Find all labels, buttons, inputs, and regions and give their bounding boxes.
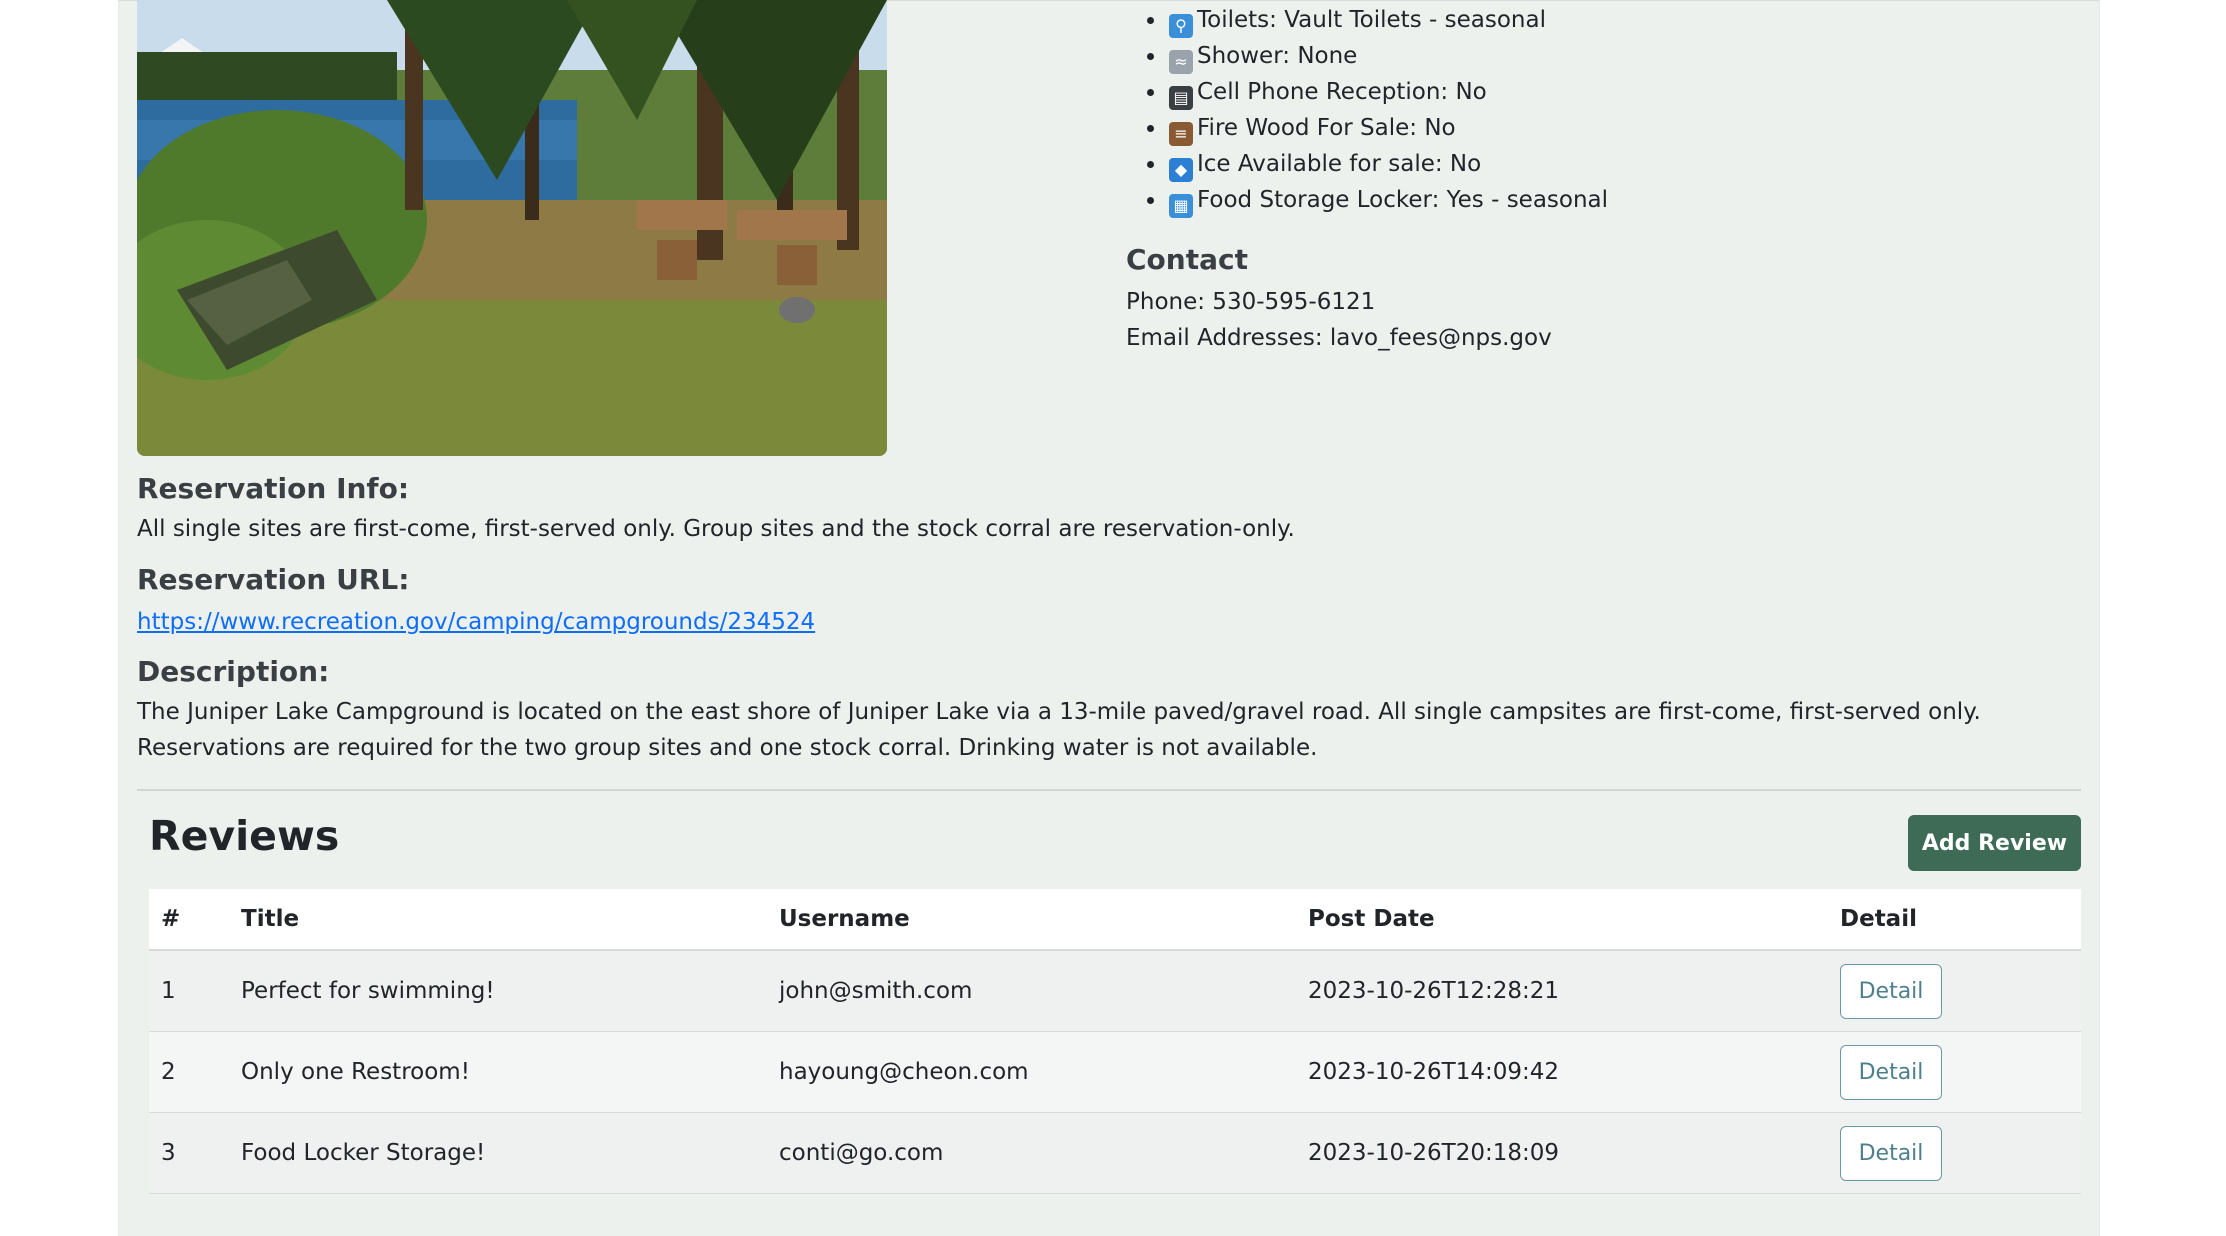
review-title-text: Perfect for swimming!	[241, 978, 495, 1004]
review-post-date: 2023-10-26T20:18:09	[1296, 1112, 1828, 1194]
reviews-heading: Reviews	[149, 812, 340, 860]
review-title: Food Locker Storage!	[229, 1112, 767, 1194]
review-number: 3	[149, 1112, 229, 1194]
column-header-username: Username	[767, 889, 1296, 951]
description-text: The Juniper Lake Campground is located o…	[137, 699, 1981, 761]
review-title: Perfect for swimming!	[229, 950, 767, 1032]
shower-icon: ≈	[1169, 50, 1193, 74]
reservation-url-section: Reservation URL: https://www.recreation.…	[137, 562, 2079, 640]
review-date-text: 2023-10-26T20:18:09	[1308, 1140, 1560, 1166]
contact-phone: Phone: 530-595-6121	[1126, 289, 1376, 315]
amenity-label: Fire Wood For Sale: No	[1197, 115, 1456, 141]
review-detail-cell: Detail	[1828, 1112, 2081, 1194]
review-username-text: john@smith.com	[779, 978, 973, 1004]
column-header-post-date: Post Date	[1296, 889, 1828, 951]
amenity-item: ⚲Toilets: Vault Toilets - seasonal	[1167, 2, 1608, 38]
firewood-icon: ≡	[1169, 122, 1193, 146]
restroom-icon: ⚲	[1169, 14, 1193, 38]
amenity-item: ▦Food Storage Locker: Yes - seasonal	[1167, 182, 1608, 218]
review-title-text: Food Locker Storage!	[241, 1140, 486, 1166]
review-post-date: 2023-10-26T14:09:42	[1296, 1031, 1828, 1113]
column-header-number: #	[149, 889, 229, 951]
review-title-text: Only one Restroom!	[241, 1059, 470, 1085]
reservation-info-text: All single sites are first-come, first-s…	[137, 516, 1295, 542]
contact-section: Contact Phone: 530-595-6121 Email Addres…	[1126, 243, 1552, 356]
amenity-label: Cell Phone Reception: No	[1197, 79, 1487, 105]
reservation-info-heading: Reservation Info:	[137, 472, 410, 505]
amenity-item: ≈Shower: None	[1167, 38, 1608, 74]
campground-photo	[137, 0, 887, 456]
detail-button[interactable]: Detail	[1840, 963, 1942, 1019]
review-number: 1	[149, 950, 229, 1032]
reservation-url-link[interactable]: https://www.recreation.gov/camping/campg…	[137, 609, 815, 635]
detail-button[interactable]: Detail	[1840, 1044, 1942, 1100]
campground-detail-page: ⚲Toilets: Vault Toilets - seasonal ≈Show…	[118, 0, 2100, 1236]
section-divider	[137, 789, 2081, 791]
review-detail-cell: Detail	[1828, 1031, 2081, 1113]
review-username-text: conti@go.com	[779, 1140, 944, 1166]
table-row: 3 Food Locker Storage! conti@go.com 2023…	[149, 1112, 2081, 1194]
description-heading: Description:	[137, 655, 330, 688]
amenity-item: ≡Fire Wood For Sale: No	[1167, 110, 1608, 146]
review-number-text: 3	[161, 1140, 176, 1166]
table-row: 1 Perfect for swimming! john@smith.com 2…	[149, 950, 2081, 1032]
add-review-button[interactable]: Add Review	[1908, 815, 2081, 871]
amenity-label: Toilets: Vault Toilets - seasonal	[1197, 7, 1546, 33]
table-row: 2 Only one Restroom! hayoung@cheon.com 2…	[149, 1031, 2081, 1113]
amenities-list: ⚲Toilets: Vault Toilets - seasonal ≈Show…	[1119, 2, 1608, 218]
phone-icon: ▤	[1169, 86, 1193, 110]
amenity-label: Ice Available for sale: No	[1197, 151, 1482, 177]
amenity-item: ▤Cell Phone Reception: No	[1167, 74, 1608, 110]
detail-button[interactable]: Detail	[1840, 1125, 1942, 1181]
ice-icon: ◆	[1169, 158, 1193, 182]
contact-heading: Contact	[1126, 243, 1248, 276]
table-header-row: # Title Username Post Date Detail	[149, 889, 2081, 951]
amenity-label: Food Storage Locker: Yes - seasonal	[1197, 187, 1609, 213]
review-username: john@smith.com	[767, 950, 1296, 1032]
review-username: hayoung@cheon.com	[767, 1031, 1296, 1113]
amenity-item: ◆Ice Available for sale: No	[1167, 146, 1608, 182]
reviews-table: # Title Username Post Date Detail 1 Perf…	[149, 889, 2081, 1194]
amenity-label: Shower: None	[1197, 43, 1358, 69]
reservation-url-heading: Reservation URL:	[137, 563, 410, 596]
description-section: Description: The Juniper Lake Campground…	[137, 654, 2079, 766]
locker-icon: ▦	[1169, 194, 1193, 218]
review-detail-cell: Detail	[1828, 950, 2081, 1032]
contact-email: Email Addresses: lavo_fees@nps.gov	[1126, 325, 1552, 351]
reservation-info-section: Reservation Info: All single sites are f…	[137, 471, 2079, 547]
review-title: Only one Restroom!	[229, 1031, 767, 1113]
review-date-text: 2023-10-26T12:28:21	[1308, 978, 1560, 1004]
review-username: conti@go.com	[767, 1112, 1296, 1194]
review-number: 2	[149, 1031, 229, 1113]
review-username-text: hayoung@cheon.com	[779, 1059, 1029, 1085]
review-number-text: 1	[161, 978, 176, 1004]
review-date-text: 2023-10-26T14:09:42	[1308, 1059, 1560, 1085]
column-header-detail: Detail	[1828, 889, 2081, 951]
review-post-date: 2023-10-26T12:28:21	[1296, 950, 1828, 1032]
column-header-title: Title	[229, 889, 767, 951]
review-number-text: 2	[161, 1059, 176, 1085]
